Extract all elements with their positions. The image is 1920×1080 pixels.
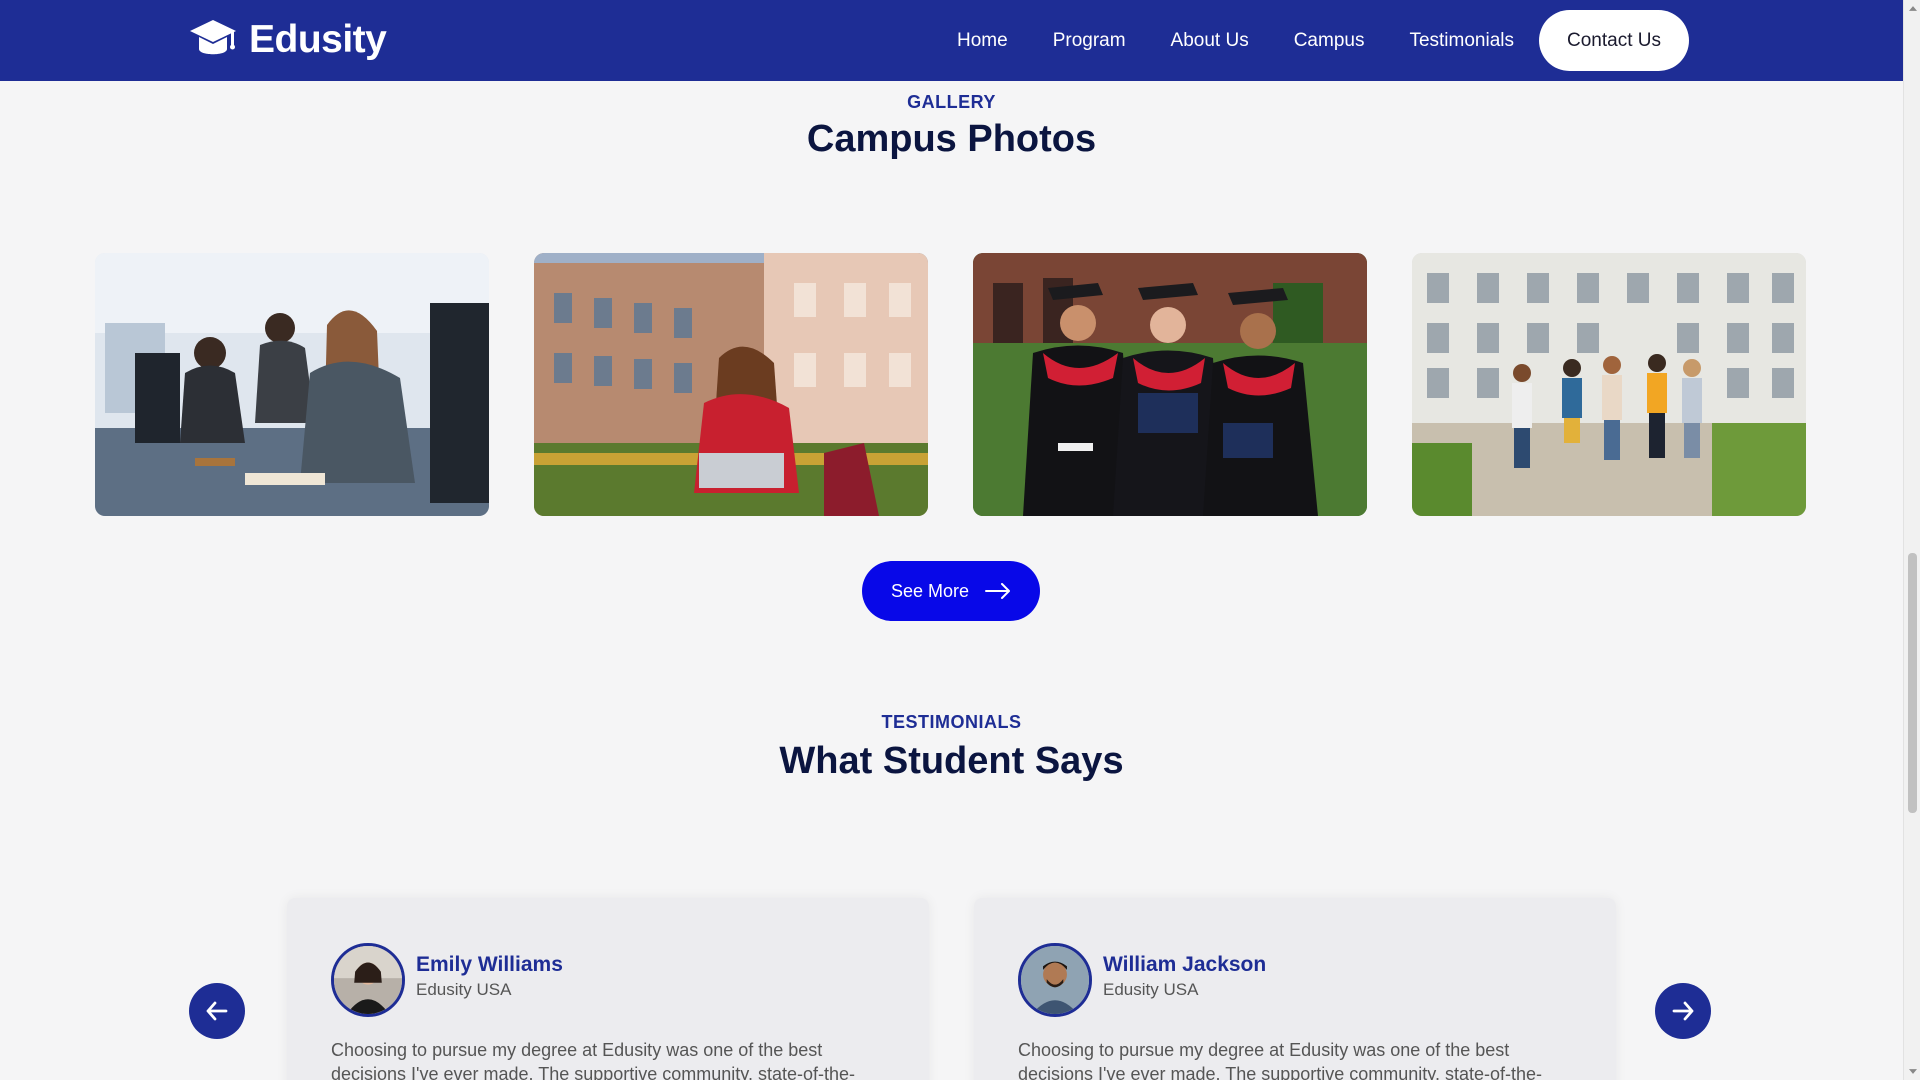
gallery-title: Campus Photos xyxy=(806,118,1097,160)
gallery-photo-students-walking[interactable] xyxy=(1412,253,1806,516)
arrow-right-icon xyxy=(1672,1001,1694,1021)
testimonial-card: William Jackson Edusity USA Choosing to … xyxy=(974,898,1616,1080)
testimonial-quote: Choosing to pursue my degree at Edusity … xyxy=(1018,1040,1543,1080)
nav-item-program[interactable]: Program xyxy=(1053,30,1126,52)
testimonial-card: Emily Williams Edusity USA Choosing to p… xyxy=(287,898,929,1080)
testimonials-subtitle: TESTIMONIALS xyxy=(881,712,1022,732)
navbar: Edusity Home Program About Us Campus Tes… xyxy=(0,0,1903,81)
gallery-subtitle: GALLERY xyxy=(907,92,996,112)
testimonial-quote: Choosing to pursue my degree at Edusity … xyxy=(331,1040,856,1080)
nav-item-home[interactable]: Home xyxy=(957,30,1008,52)
scroll-up-icon[interactable] xyxy=(1904,0,1920,17)
previous-slide-button[interactable] xyxy=(189,983,245,1039)
contact-us-button[interactable]: Contact Us xyxy=(1539,10,1689,71)
nav-links: Home Program About Us Campus Testimonial… xyxy=(957,0,1559,81)
testimonial-name: Emily Williams xyxy=(416,953,563,976)
avatar xyxy=(331,943,405,1017)
nav-item-campus[interactable]: Campus xyxy=(1294,30,1365,52)
testimonial-org: Edusity USA xyxy=(416,980,512,999)
avatar xyxy=(1018,943,1092,1017)
see-more-label: See More xyxy=(890,580,970,601)
next-slide-button[interactable] xyxy=(1655,983,1711,1039)
testimonial-org: Edusity USA xyxy=(1103,980,1199,999)
gallery-photo-graduates[interactable] xyxy=(973,253,1367,516)
brand-name: Edusity xyxy=(249,18,387,61)
scroll-down-icon[interactable] xyxy=(1904,1063,1920,1080)
gallery-photo-computer-lab[interactable] xyxy=(95,253,489,516)
see-more-button[interactable]: See More xyxy=(862,561,1040,621)
gallery-photo-student-laptop[interactable] xyxy=(534,253,928,516)
page-scrollbar[interactable] xyxy=(1903,0,1920,1080)
scrollbar-thumb[interactable] xyxy=(1908,553,1917,813)
nav-item-testimonials[interactable]: Testimonials xyxy=(1409,30,1514,52)
nav-item-about-us[interactable]: About Us xyxy=(1171,30,1249,52)
arrow-right-icon xyxy=(985,583,1011,599)
page-viewport: Edusity Home Program About Us Campus Tes… xyxy=(0,0,1903,1080)
testimonials-title: What Student Says xyxy=(779,740,1124,782)
arrow-left-icon xyxy=(206,1001,228,1021)
photo-gallery xyxy=(95,253,1807,516)
logo[interactable]: Edusity xyxy=(189,18,387,62)
graduation-cap-icon xyxy=(190,20,236,55)
testimonial-name: William Jackson xyxy=(1103,953,1267,976)
